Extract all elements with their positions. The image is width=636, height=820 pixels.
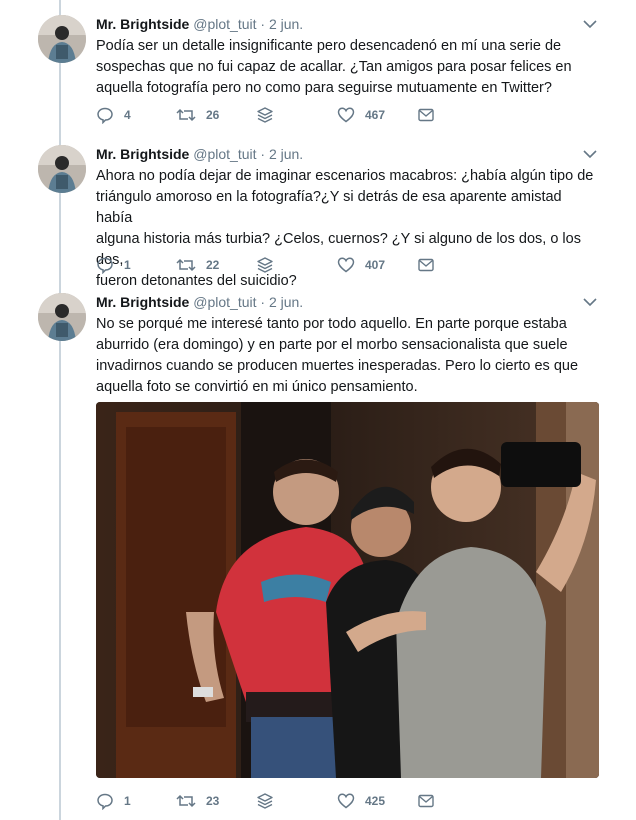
retweet-count: 26 [206, 108, 220, 122]
tweet-date[interactable]: 2 jun. [269, 294, 303, 310]
like-count: 425 [365, 794, 386, 808]
tweet-text: Podía ser un detalle insignificante pero… [96, 36, 596, 99]
reply-icon [97, 793, 113, 810]
tweet-text-line: Podía ser un detalle insignificante pero… [96, 38, 562, 54]
tweet-text-line: Ahora no podía dejar de imaginar escenar… [96, 168, 594, 184]
reply-count: 1 [124, 794, 131, 808]
chevron-down-icon[interactable] [580, 15, 600, 33]
retweet-button[interactable]: 22 [176, 255, 219, 275]
tweet-text-line: No se porqué me interesé tanto por todo … [96, 316, 567, 332]
tweet-text-line: triángulo amoroso en la fotografía?¿Y si… [96, 189, 562, 226]
reply-button[interactable]: 1 [96, 791, 131, 811]
like-icon [337, 793, 355, 809]
avatar[interactable] [38, 293, 86, 341]
share-button[interactable] [256, 255, 274, 275]
reply-icon [97, 107, 113, 124]
tweet-actions: 4 26 467 [96, 105, 526, 125]
retweet-button[interactable]: 26 [176, 105, 219, 125]
tweet-text: No se porqué me interesé tanto por todo … [96, 314, 596, 398]
author-handle[interactable]: @plot_tuit [193, 146, 256, 162]
tweet-date[interactable]: 2 jun. [269, 146, 303, 162]
share-icon [257, 107, 273, 123]
tweet-header: Mr. Brightside @plot_tuit · 2 jun. [96, 293, 303, 311]
retweet-icon [176, 794, 196, 808]
like-icon [337, 107, 355, 123]
like-button[interactable]: 467 [337, 105, 385, 125]
author-handle[interactable]: @plot_tuit [193, 294, 256, 310]
like-count: 467 [365, 108, 386, 122]
reply-count: 1 [124, 258, 131, 272]
message-icon [418, 794, 434, 808]
tweet-text-line: invadirnos cuando se producen muertes in… [96, 358, 579, 374]
separator: · [260, 16, 266, 32]
tweet-text-line: aquella fotografía pero no como para seg… [96, 80, 552, 96]
share-icon [257, 257, 273, 273]
message-button[interactable] [417, 791, 435, 811]
author-name[interactable]: Mr. Brightside [96, 146, 189, 162]
retweet-button[interactable]: 23 [176, 791, 219, 811]
tweet-date[interactable]: 2 jun. [269, 16, 303, 32]
avatar[interactable] [38, 15, 86, 63]
tweet-text-line: aburrido (era domingo) y en parte por el… [96, 337, 568, 353]
author-name[interactable]: Mr. Brightside [96, 16, 189, 32]
tweet-text-line: sospechas que no fui capaz de acallar. ¿… [96, 59, 572, 75]
retweet-count: 23 [206, 794, 220, 808]
message-icon [418, 258, 434, 272]
retweet-count: 22 [206, 258, 220, 272]
chevron-down-icon[interactable] [580, 145, 600, 163]
reply-icon [97, 257, 113, 274]
message-button[interactable] [417, 255, 435, 275]
tweet-photo[interactable] [96, 402, 599, 778]
reply-button[interactable]: 4 [96, 105, 131, 125]
separator: · [260, 294, 266, 310]
reply-button[interactable]: 1 [96, 255, 131, 275]
tweet-header: Mr. Brightside @plot_tuit · 2 jun. [96, 15, 303, 33]
separator: · [260, 146, 266, 162]
chevron-down-icon[interactable] [580, 293, 600, 311]
message-icon [418, 108, 434, 122]
author-handle[interactable]: @plot_tuit [193, 16, 256, 32]
like-count: 407 [365, 258, 386, 272]
tweet-actions: 1 23 425 [96, 791, 526, 811]
like-button[interactable]: 425 [337, 791, 385, 811]
thread-line [59, 0, 61, 820]
share-button[interactable] [256, 791, 274, 811]
avatar[interactable] [38, 145, 86, 193]
tweet-header: Mr. Brightside @plot_tuit · 2 jun. [96, 145, 303, 163]
message-button[interactable] [417, 105, 435, 125]
share-button[interactable] [256, 105, 274, 125]
like-button[interactable]: 407 [337, 255, 385, 275]
retweet-icon [176, 108, 196, 122]
like-icon [337, 257, 355, 273]
share-icon [257, 793, 273, 809]
retweet-icon [176, 258, 196, 272]
tweet-actions: 1 22 407 [96, 255, 526, 275]
reply-count: 4 [124, 108, 131, 122]
author-name[interactable]: Mr. Brightside [96, 294, 189, 310]
tweet-text-line: aquella foto se convirtió en mi único pe… [96, 379, 418, 395]
